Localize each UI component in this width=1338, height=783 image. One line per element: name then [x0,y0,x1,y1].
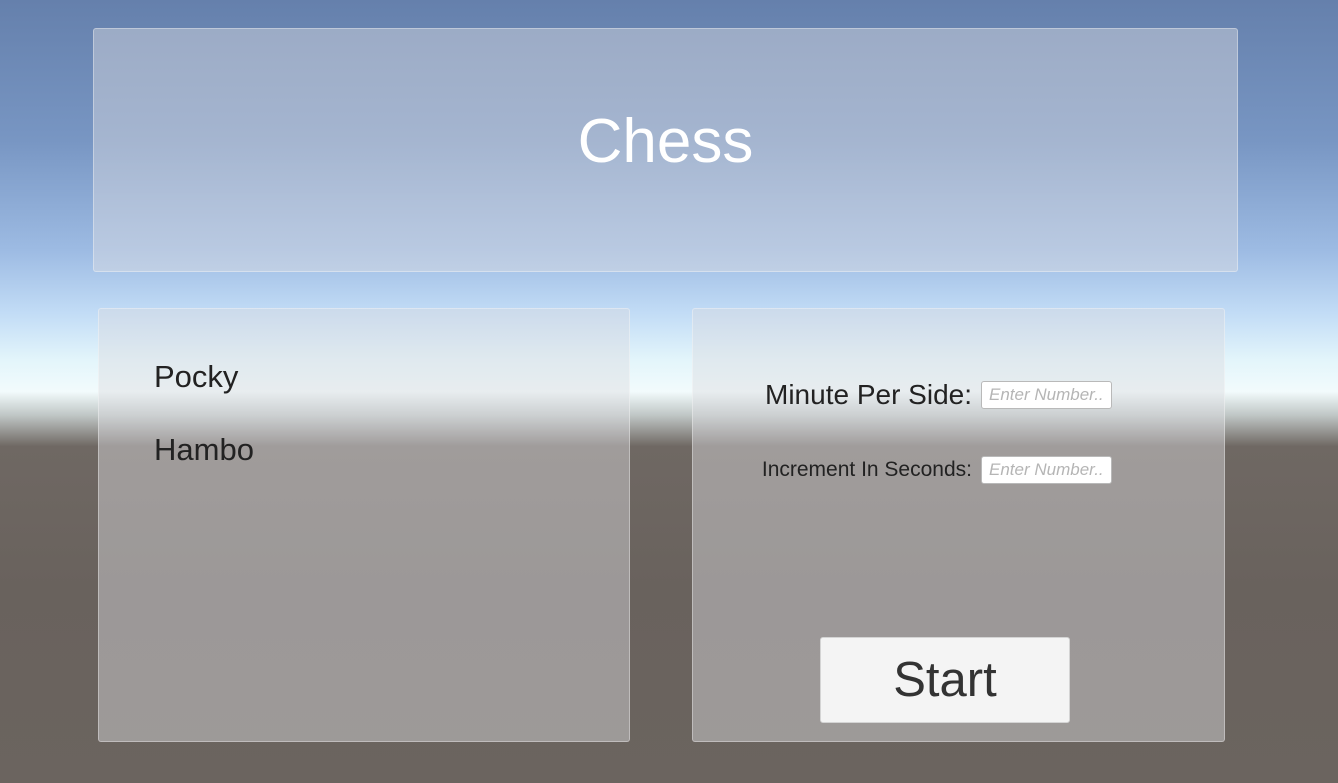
increment-input[interactable] [981,456,1112,484]
minutes-per-side-label: Minute Per Side: [765,379,972,410]
players-panel: Pocky Hambo [98,308,630,742]
title-panel: Chess [93,28,1238,272]
settings-panel: Minute Per Side: Increment In Seconds: S… [692,308,1225,742]
increment-row: Increment In Seconds: [762,456,1112,484]
minutes-per-side-input[interactable] [981,381,1112,409]
minutes-per-side-row: Minute Per Side: [765,379,1112,411]
player-name[interactable]: Pocky [154,359,238,395]
player-name[interactable]: Hambo [154,432,254,468]
start-button[interactable]: Start [820,637,1070,723]
game-title: Chess [577,106,754,176]
increment-label: Increment In Seconds: [761,458,972,481]
